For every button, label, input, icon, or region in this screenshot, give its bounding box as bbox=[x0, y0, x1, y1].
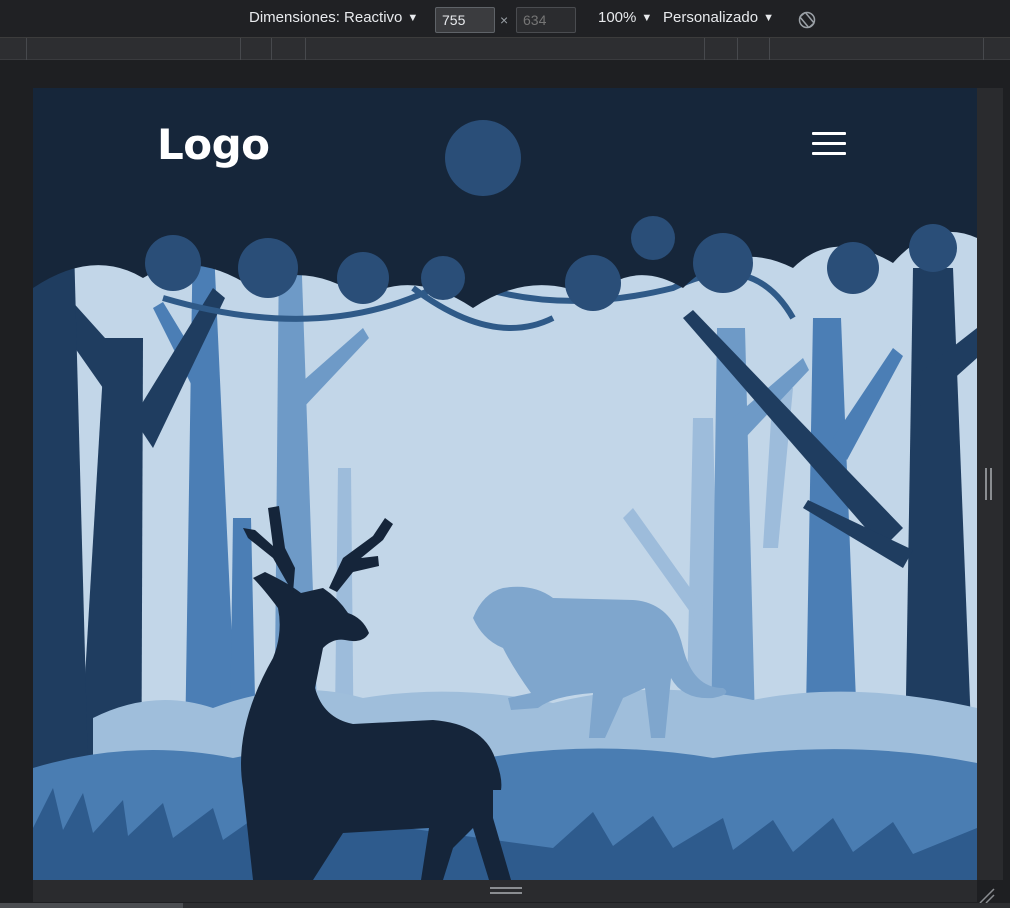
chevron-down-icon: ▼ bbox=[763, 12, 774, 24]
hamburger-menu-icon[interactable] bbox=[812, 132, 846, 156]
height-input[interactable] bbox=[516, 7, 576, 33]
forest-hero-illustration bbox=[33, 88, 977, 880]
chevron-down-icon: ▼ bbox=[407, 12, 419, 24]
corner-resize-icon[interactable] bbox=[974, 883, 996, 905]
site-logo[interactable]: Logo bbox=[157, 120, 270, 169]
drawer-tab-strip bbox=[0, 903, 1010, 908]
height-resize-handle[interactable] bbox=[490, 887, 522, 895]
zoom-dropdown[interactable]: 100% ▼ bbox=[598, 9, 652, 26]
throttle-dropdown[interactable]: Personalizado ▼ bbox=[663, 9, 774, 26]
rotate-icon[interactable] bbox=[797, 10, 817, 30]
zoom-label: 100% bbox=[598, 9, 637, 26]
device-toolbar: Dimensiones: Reactivo ▼ × 100% ▼ Personali… bbox=[0, 0, 1010, 38]
width-resize-handle[interactable] bbox=[985, 468, 993, 500]
chevron-down-icon: ▼ bbox=[641, 12, 653, 24]
emulated-viewport: Logo bbox=[33, 88, 977, 880]
site-header: Logo bbox=[33, 88, 977, 198]
dimensions-dropdown[interactable]: Dimensiones: Reactivo ▼ bbox=[249, 9, 418, 26]
width-input[interactable] bbox=[435, 7, 495, 33]
times-separator: × bbox=[500, 12, 509, 28]
dimensions-label: Dimensiones: Reactivo bbox=[249, 9, 403, 26]
throttle-label: Personalizado bbox=[663, 9, 759, 26]
media-query-bar[interactable] bbox=[0, 38, 1010, 60]
